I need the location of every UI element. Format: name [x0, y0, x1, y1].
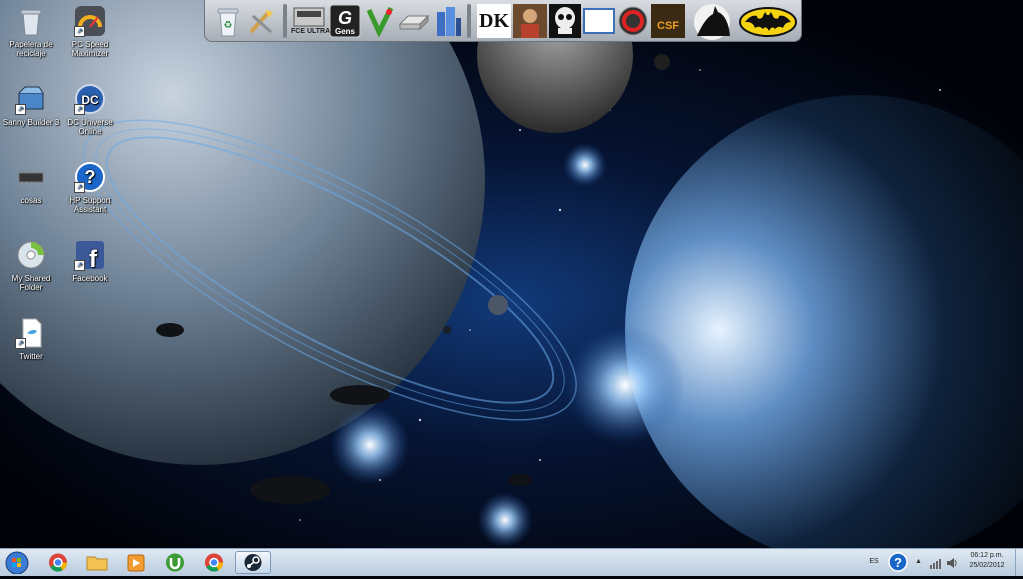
- city-buildings-icon: [437, 7, 461, 36]
- windows-start-icon: [5, 551, 29, 575]
- taskbar-steam[interactable]: [235, 551, 271, 574]
- drive-icon: [398, 14, 430, 31]
- dock-item-dk[interactable]: DK: [477, 4, 511, 38]
- tools-icon: [249, 10, 273, 34]
- dk-icon: DK: [479, 10, 509, 32]
- folder-icon: [86, 556, 108, 571]
- desktop-icon-dc-universe[interactable]: DC ↗ DC Universe Online: [59, 83, 121, 136]
- desktop-icon-facebook[interactable]: f ↗ Facebook: [59, 239, 121, 283]
- chip-icon: [15, 161, 47, 193]
- desktop-icon-cosas[interactable]: cosas: [0, 161, 62, 205]
- dock-item-batman-logo[interactable]: [739, 4, 797, 38]
- dc-logo-icon: DC ↗: [74, 83, 106, 115]
- shortcut-arrow-icon: ↗: [74, 26, 85, 37]
- twitter-icon: ↗: [15, 317, 47, 349]
- volume-speaker-icon[interactable]: [946, 556, 958, 568]
- desktop-icon-label: Twitter: [19, 352, 43, 361]
- dock-item-red-circle[interactable]: [617, 4, 649, 38]
- desktop-icon-my-shared-folder[interactable]: My Shared Folder: [0, 239, 62, 292]
- dock-item-label: Gens: [334, 27, 355, 36]
- dock-item-fceultra[interactable]: FCE ULTRA: [291, 4, 331, 38]
- speed-gauge-icon: ↗: [74, 5, 106, 37]
- desktop-icon-hp-support[interactable]: ? ↗ HP Support Assistant: [59, 161, 121, 214]
- taskbar-chrome[interactable]: [40, 551, 76, 574]
- steam-icon: [244, 554, 262, 571]
- dock-item-drive[interactable]: [397, 4, 431, 38]
- help-question-icon: ?: [888, 552, 908, 572]
- csf-icon: CSF: [657, 20, 679, 32]
- svg-text:?: ?: [85, 167, 96, 187]
- batman-logo-icon: [739, 7, 797, 37]
- shortcut-arrow-icon: ↗: [74, 182, 85, 193]
- utorrent-icon: [366, 6, 394, 38]
- svg-text:f: f: [89, 246, 98, 271]
- space-wallpaper-art: [0, 0, 1023, 548]
- punisher-skull-icon: [549, 4, 581, 38]
- desktop-icon-label: My Shared Folder: [11, 274, 51, 292]
- show-hidden-icons-arrow-icon[interactable]: ▲: [915, 558, 923, 566]
- taskbar-chrome-2[interactable]: [196, 551, 232, 574]
- cd-icon: [15, 239, 47, 271]
- dock-item-utorrent[interactable]: [365, 4, 395, 38]
- desktop-icon-label: Papelera de reciclaje: [9, 40, 53, 58]
- recycle-bin-icon: [15, 5, 47, 37]
- chrome-icon: [49, 553, 67, 572]
- dock-item-tools[interactable]: [245, 4, 279, 38]
- svg-text:?: ?: [894, 555, 902, 570]
- desktop-icon-sanny-builder[interactable]: ↗ Sanny Builder 3: [0, 83, 62, 127]
- chrome-icon: [205, 553, 223, 572]
- help-question-icon: ? ↗: [74, 161, 106, 193]
- desktop-icon-pc-speed-maximizer[interactable]: ↗ PC Speed Maximizer: [59, 5, 121, 58]
- dock-separator: [283, 4, 287, 38]
- dock-item-csf[interactable]: CSF: [651, 4, 685, 38]
- shortcut-arrow-icon: ↗: [74, 104, 85, 115]
- system-clock[interactable]: 06:12 p.m. 25/02/2012: [962, 552, 1012, 569]
- dock-item-window[interactable]: [583, 4, 615, 38]
- man-portrait-icon: [513, 4, 547, 38]
- facebook-icon: f ↗: [74, 239, 106, 273]
- svg-text:♻: ♻: [224, 20, 233, 31]
- dock-item-gens[interactable]: G Gens: [329, 4, 361, 38]
- taskbar: ES ? ▲ 06:12 p.m. 25/02/2012: [0, 548, 1023, 576]
- desktop-wallpaper: [0, 0, 1023, 548]
- desktop-icon-label: DC Universe Online: [67, 118, 113, 136]
- shortcut-arrow-icon: ↗: [74, 260, 85, 271]
- dock-item-recycle-bin[interactable]: ♻: [213, 4, 243, 38]
- language-indicator[interactable]: ES: [866, 558, 882, 565]
- red-circle-icon: [618, 6, 648, 36]
- dock-item-label: FCE ULTRA: [291, 28, 331, 35]
- show-desktop-button[interactable]: [1015, 549, 1023, 576]
- desktop-icon-label: HP Support Assistant: [69, 196, 111, 214]
- dock-item-punisher[interactable]: [549, 4, 581, 38]
- desktop-icon-label: Sanny Builder 3: [2, 118, 60, 127]
- desktop-icon-label: Facebook: [72, 274, 108, 283]
- blank-window-icon: [583, 8, 615, 34]
- network-signal-icon[interactable]: [930, 556, 942, 569]
- shortcut-arrow-icon: ↗: [15, 338, 26, 349]
- taskbar-utorrent[interactable]: [157, 551, 193, 574]
- batman-silhouette-icon: [694, 4, 730, 40]
- clock-date: 25/02/2012: [969, 562, 1005, 569]
- dock-item-city[interactable]: [433, 4, 463, 38]
- dock-item-batman-silhouette[interactable]: [687, 2, 737, 40]
- shortcut-arrow-icon: ↗: [15, 104, 26, 115]
- svg-text:G: G: [338, 8, 352, 28]
- start-button[interactable]: [4, 551, 30, 575]
- recycle-bin-icon: ♻: [217, 8, 239, 37]
- dock-separator: [467, 4, 471, 38]
- desktop-icon-label: cosas: [20, 196, 42, 205]
- utorrent-icon: [166, 553, 184, 572]
- taskbar-media-player[interactable]: [118, 551, 154, 574]
- dock-bar: ♻ FCE ULTRA G Gens DK CSF: [204, 0, 802, 42]
- clock-time: 06:12 p.m.: [970, 552, 1004, 559]
- desktop-icon-label: PC Speed Maximizer: [71, 40, 109, 58]
- media-player-icon: [127, 554, 145, 572]
- desktop-icon-recycle-bin[interactable]: Papelera de reciclaje: [0, 5, 62, 58]
- desktop-icon-twitter[interactable]: ↗ Twitter: [0, 317, 62, 361]
- sanny-builder-icon: ↗: [15, 83, 47, 115]
- dock-item-portrait[interactable]: [513, 4, 547, 38]
- tray-help[interactable]: ?: [888, 552, 908, 572]
- taskbar-explorer[interactable]: [79, 551, 115, 574]
